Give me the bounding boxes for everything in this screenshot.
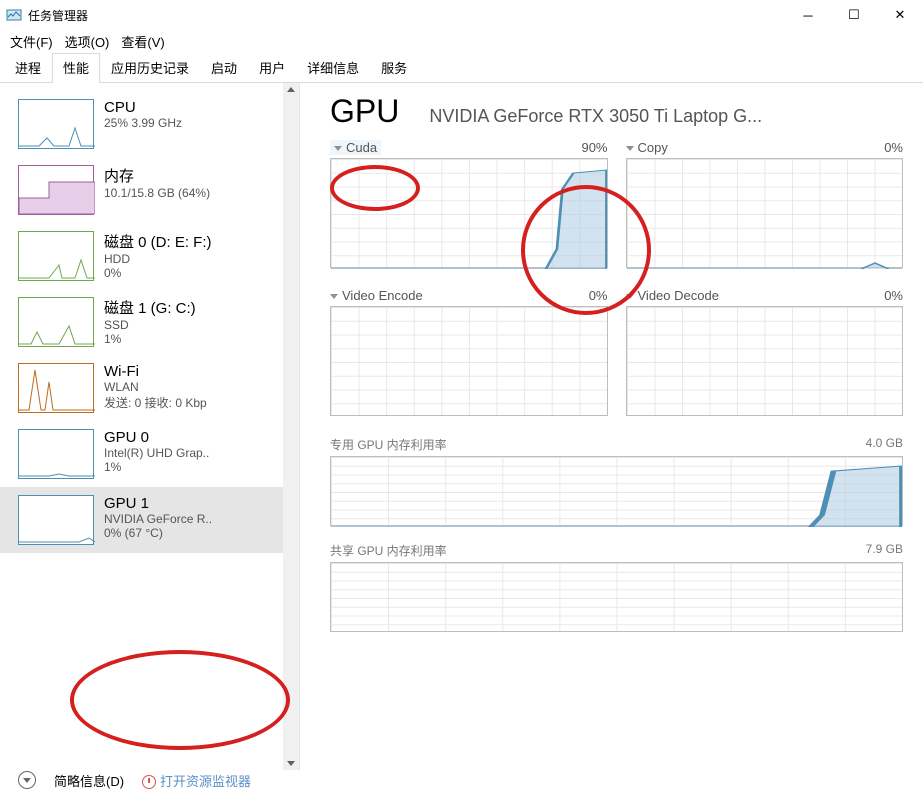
chart-encode-value: 0%: [589, 288, 608, 303]
menu-file[interactable]: 文件(F): [10, 32, 53, 51]
sidebar-item-info: Wi-Fi WLAN 发送: 0 接收: 0 Kbp: [104, 363, 207, 411]
menu-view[interactable]: 查看(V): [121, 32, 164, 51]
sidebar-item-gpu0[interactable]: GPU 0 Intel(R) UHD Grap.. 1%: [0, 421, 283, 487]
chart-video-decode: Video Decode 0%: [626, 288, 904, 416]
tab-strip: 进程 性能 应用历史记录 启动 用户 详细信息 服务: [0, 52, 923, 83]
sidebar-item-line2: NVIDIA GeForce R..: [104, 512, 212, 526]
brief-info-link[interactable]: 简略信息(D): [54, 771, 124, 790]
shared-gpu-memory: 共享 GPU 内存利用率 7.9 GB: [330, 542, 903, 632]
tab-services[interactable]: 服务: [370, 53, 418, 83]
dedicated-mem-graph: [330, 456, 903, 526]
chart-encode-graph: [330, 306, 608, 416]
chart-decode-dropdown[interactable]: Video Decode: [626, 288, 719, 303]
sidebar-item-info: 磁盘 1 (G: C:) SSD 1%: [104, 297, 196, 346]
menubar: 文件(F) 选项(O) 查看(V): [0, 30, 923, 52]
resource-monitor-icon: [142, 775, 156, 789]
sidebar-item-line3: 1%: [104, 332, 196, 346]
minimize-button[interactable]: ─: [785, 0, 831, 30]
sidebar-item-title: GPU 0: [104, 429, 209, 446]
sidebar-item-disk1[interactable]: 磁盘 1 (G: C:) SSD 1%: [0, 289, 283, 355]
detail-pane: GPU NVIDIA GeForce RTX 3050 Ti Laptop G.…: [300, 83, 923, 770]
tab-app-history[interactable]: 应用历史记录: [100, 53, 200, 83]
sidebar-item-info: GPU 1 NVIDIA GeForce R.. 0% (67 °C): [104, 495, 212, 540]
sidebar-item-title: CPU: [104, 99, 182, 116]
dedicated-gpu-memory: 专用 GPU 内存利用率 4.0 GB: [330, 436, 903, 526]
chart-copy-graph: [626, 158, 904, 268]
sidebar-item-line2: SSD: [104, 318, 196, 332]
detail-heading: GPU: [330, 93, 399, 130]
sidebar-item-info: 磁盘 0 (D: E: F:) HDD 0%: [104, 231, 212, 280]
chart-cuda: Cuda 90%: [330, 140, 608, 268]
sidebar-item-title: Wi-Fi: [104, 363, 207, 380]
sidebar-scrollbar[interactable]: [283, 83, 299, 770]
tab-performance[interactable]: 性能: [52, 53, 100, 83]
sidebar-item-cpu[interactable]: CPU 25% 3.99 GHz: [0, 91, 283, 157]
shared-mem-label: 共享 GPU 内存利用率: [330, 542, 447, 559]
dedicated-mem-label: 专用 GPU 内存利用率: [330, 436, 447, 453]
tab-processes[interactable]: 进程: [4, 53, 52, 83]
sidebar-item-line2: 25% 3.99 GHz: [104, 116, 182, 130]
main-area: CPU 25% 3.99 GHz 内存 10.1/15.8 GB (64%): [0, 83, 923, 770]
chart-row-2: Video Encode 0% Video Decode 0%: [330, 288, 903, 416]
close-button[interactable]: ✕: [877, 0, 923, 30]
sidebar-item-info: 内存 10.1/15.8 GB (64%): [104, 165, 210, 200]
sidebar-item-memory[interactable]: 内存 10.1/15.8 GB (64%): [0, 157, 283, 223]
sidebar-item-line2: WLAN: [104, 380, 207, 394]
sidebar-item-line3: 0%: [104, 266, 212, 280]
resource-monitor-link[interactable]: 打开资源监视器: [142, 771, 251, 790]
disk0-thumb: [18, 231, 94, 281]
dedicated-mem-right: 4.0 GB: [866, 436, 903, 453]
detail-subheading: NVIDIA GeForce RTX 3050 Ti Laptop G...: [429, 106, 762, 127]
sidebar-item-title: GPU 1: [104, 495, 212, 512]
sidebar-item-disk0[interactable]: 磁盘 0 (D: E: F:) HDD 0%: [0, 223, 283, 289]
chart-decode-graph: [626, 306, 904, 416]
menu-options[interactable]: 选项(O): [65, 32, 110, 51]
window-title: 任务管理器: [28, 7, 88, 24]
detail-header: GPU NVIDIA GeForce RTX 3050 Ti Laptop G.…: [330, 93, 903, 130]
chart-cuda-dropdown[interactable]: Cuda: [330, 140, 381, 155]
chart-decode-value: 0%: [884, 288, 903, 303]
sidebar-item-info: CPU 25% 3.99 GHz: [104, 99, 182, 130]
sidebar-item-title: 磁盘 1 (G: C:): [104, 297, 196, 318]
chart-copy-dropdown[interactable]: Copy: [626, 140, 668, 155]
sidebar-item-gpu1[interactable]: GPU 1 NVIDIA GeForce R.. 0% (67 °C): [0, 487, 283, 553]
sidebar-item-wifi[interactable]: Wi-Fi WLAN 发送: 0 接收: 0 Kbp: [0, 355, 283, 421]
tab-users[interactable]: 用户: [248, 53, 296, 83]
taskmgr-icon: [6, 7, 22, 23]
memory-thumb: [18, 165, 94, 215]
sidebar-item-line3: 0% (67 °C): [104, 526, 212, 540]
shared-mem-graph: [330, 562, 903, 632]
tab-startup[interactable]: 启动: [200, 53, 248, 83]
chevron-down-icon[interactable]: [18, 771, 36, 789]
disk1-thumb: [18, 297, 94, 347]
sidebar-item-line2: Intel(R) UHD Grap..: [104, 446, 209, 460]
sidebar-item-line3: 发送: 0 接收: 0 Kbp: [104, 394, 207, 411]
sidebar-item-info: GPU 0 Intel(R) UHD Grap.. 1%: [104, 429, 209, 474]
chart-copy: Copy 0%: [626, 140, 904, 268]
gpu0-thumb: [18, 429, 94, 479]
chart-video-encode: Video Encode 0%: [330, 288, 608, 416]
wifi-thumb: [18, 363, 94, 413]
sidebar-item-line3: 1%: [104, 460, 209, 474]
chart-row-1: Cuda 90% Copy 0%: [330, 140, 903, 268]
maximize-button[interactable]: ☐: [831, 0, 877, 30]
tab-details[interactable]: 详细信息: [296, 53, 370, 83]
sidebar-item-line2: HDD: [104, 252, 212, 266]
footer: 简略信息(D) 打开资源监视器: [0, 763, 251, 797]
window-controls: ─ ☐ ✕: [785, 0, 923, 30]
shared-mem-right: 7.9 GB: [866, 542, 903, 559]
sidebar-item-title: 磁盘 0 (D: E: F:): [104, 231, 212, 252]
cpu-thumb: [18, 99, 94, 149]
chart-cuda-graph: [330, 158, 608, 268]
sidebar: CPU 25% 3.99 GHz 内存 10.1/15.8 GB (64%): [0, 83, 300, 770]
sidebar-item-line2: 10.1/15.8 GB (64%): [104, 186, 210, 200]
chart-cuda-value: 90%: [581, 140, 607, 155]
sidebar-item-title: 内存: [104, 165, 210, 186]
gpu1-thumb: [18, 495, 94, 545]
chart-copy-value: 0%: [884, 140, 903, 155]
chart-encode-dropdown[interactable]: Video Encode: [330, 288, 423, 303]
resource-monitor-label: 打开资源监视器: [160, 774, 251, 789]
